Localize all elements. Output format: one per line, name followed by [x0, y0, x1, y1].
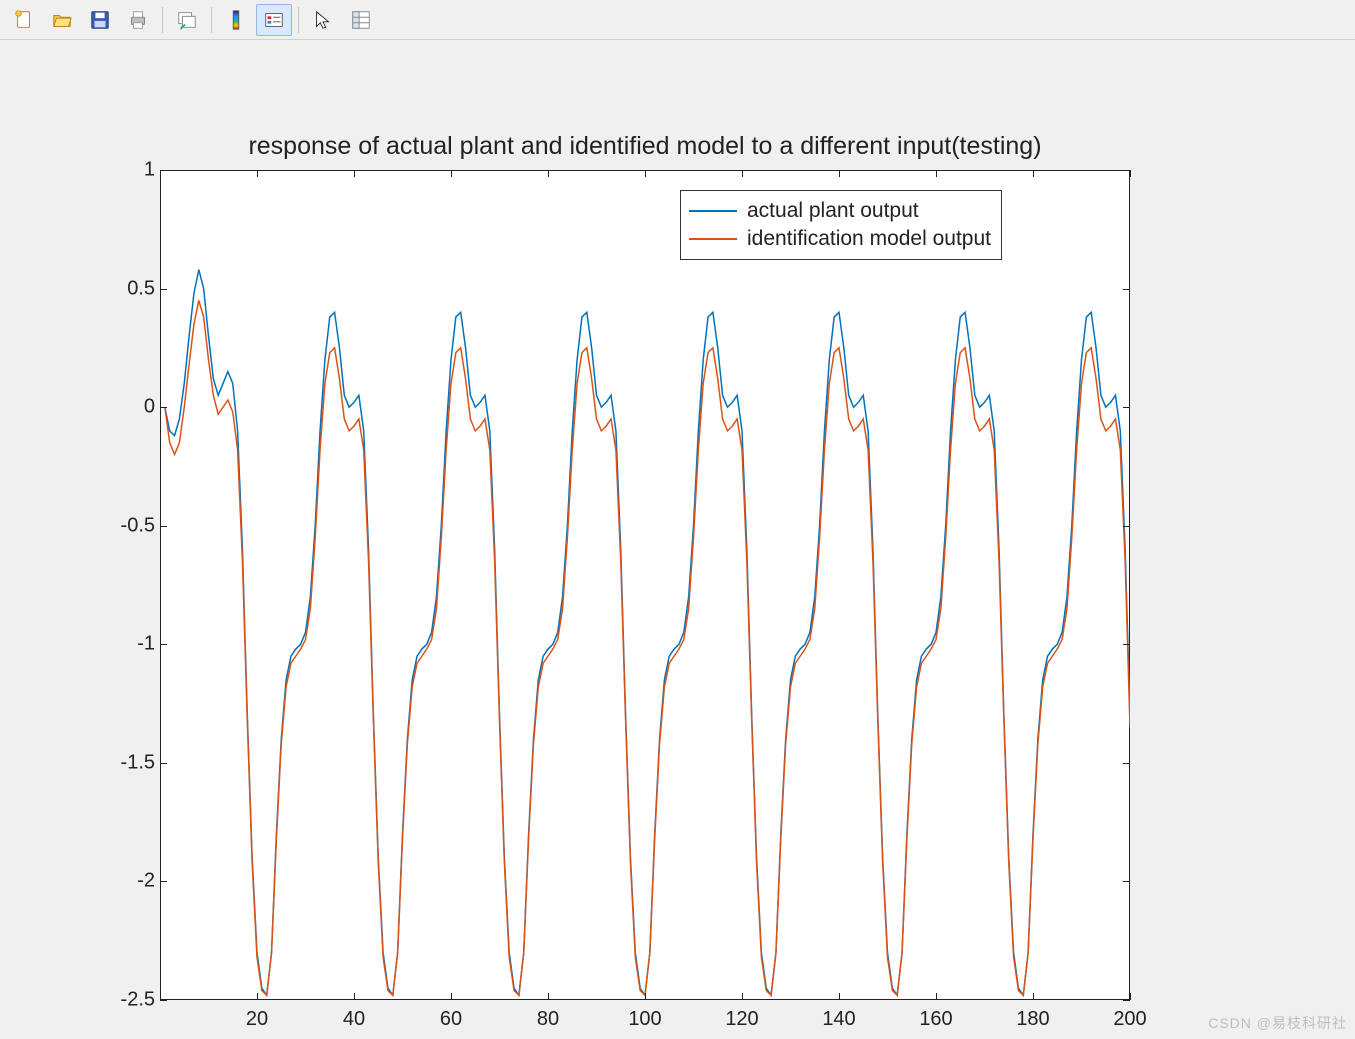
- x-tick: [1130, 993, 1131, 1000]
- series-line-0: [165, 270, 1130, 996]
- y-tick: [160, 526, 167, 527]
- x-tick-label: 200: [1113, 1008, 1146, 1031]
- x-tick-label: 180: [1016, 1008, 1049, 1031]
- x-tick-label: 20: [246, 1008, 268, 1031]
- y-tick: [1123, 644, 1130, 645]
- x-tick-label: 100: [628, 1008, 661, 1031]
- save-icon[interactable]: [82, 4, 118, 36]
- y-tick: [160, 407, 167, 408]
- x-tick: [742, 170, 743, 177]
- y-tick-label: -1.5: [95, 751, 155, 774]
- legend-swatch: [689, 238, 737, 240]
- x-tick: [1130, 170, 1131, 177]
- open-icon[interactable]: [44, 4, 80, 36]
- y-tick: [160, 763, 167, 764]
- x-tick: [645, 993, 646, 1000]
- legend[interactable]: actual plant output identification model …: [680, 190, 1002, 260]
- x-tick-label: 160: [919, 1008, 952, 1031]
- colorbar-icon[interactable]: [218, 4, 254, 36]
- x-tick-label: 80: [537, 1008, 559, 1031]
- x-tick: [742, 993, 743, 1000]
- y-tick: [160, 881, 167, 882]
- y-tick-label: 0: [95, 396, 155, 419]
- x-tick-label: 60: [440, 1008, 462, 1031]
- y-tick: [1123, 170, 1130, 171]
- legend-swatch: [689, 210, 737, 212]
- x-tick: [548, 993, 549, 1000]
- x-tick: [936, 170, 937, 177]
- link-axes-icon[interactable]: [169, 4, 205, 36]
- y-tick-label: -2.5: [95, 989, 155, 1012]
- y-tick-label: -1: [95, 633, 155, 656]
- y-tick: [1123, 289, 1130, 290]
- legend-icon[interactable]: [256, 4, 292, 36]
- properties-icon[interactable]: [343, 4, 379, 36]
- print-icon[interactable]: [120, 4, 156, 36]
- x-tick: [1033, 170, 1034, 177]
- cursor-icon[interactable]: [305, 4, 341, 36]
- toolbar-separator: [298, 7, 299, 33]
- y-tick-label: 1: [95, 159, 155, 182]
- toolbar: [0, 0, 1355, 40]
- legend-item[interactable]: identification model output: [689, 225, 991, 253]
- x-tick: [354, 170, 355, 177]
- y-tick: [1123, 1000, 1130, 1001]
- y-tick: [160, 289, 167, 290]
- new-icon[interactable]: [6, 4, 42, 36]
- x-tick: [936, 993, 937, 1000]
- x-tick: [839, 993, 840, 1000]
- figure-area: response of actual plant and identified …: [0, 40, 1355, 1039]
- toolbar-separator: [162, 7, 163, 33]
- x-tick: [839, 170, 840, 177]
- x-tick: [257, 170, 258, 177]
- x-tick-label: 40: [343, 1008, 365, 1031]
- y-tick: [1123, 763, 1130, 764]
- y-tick: [160, 644, 167, 645]
- y-tick: [160, 1000, 167, 1001]
- x-tick: [257, 993, 258, 1000]
- toolbar-separator: [211, 7, 212, 33]
- x-tick-label: 120: [725, 1008, 758, 1031]
- y-tick-label: -2: [95, 870, 155, 893]
- legend-label: identification model output: [747, 227, 991, 251]
- y-tick: [1123, 407, 1130, 408]
- y-tick: [1123, 881, 1130, 882]
- x-tick: [1033, 993, 1034, 1000]
- x-tick: [451, 170, 452, 177]
- x-tick: [354, 993, 355, 1000]
- series-line-1: [165, 300, 1130, 995]
- y-tick: [160, 170, 167, 171]
- x-tick-label: 140: [822, 1008, 855, 1031]
- x-tick: [548, 170, 549, 177]
- watermark-text: CSDN @易枝科研社: [1208, 1013, 1347, 1033]
- legend-item[interactable]: actual plant output: [689, 197, 991, 225]
- chart-title: response of actual plant and identified …: [0, 132, 1290, 161]
- legend-label: actual plant output: [747, 199, 919, 223]
- x-tick: [645, 170, 646, 177]
- x-tick: [451, 993, 452, 1000]
- y-tick-label: -0.5: [95, 514, 155, 537]
- plot-lines: [160, 170, 1130, 1000]
- y-tick-label: 0.5: [95, 277, 155, 300]
- y-tick: [1123, 526, 1130, 527]
